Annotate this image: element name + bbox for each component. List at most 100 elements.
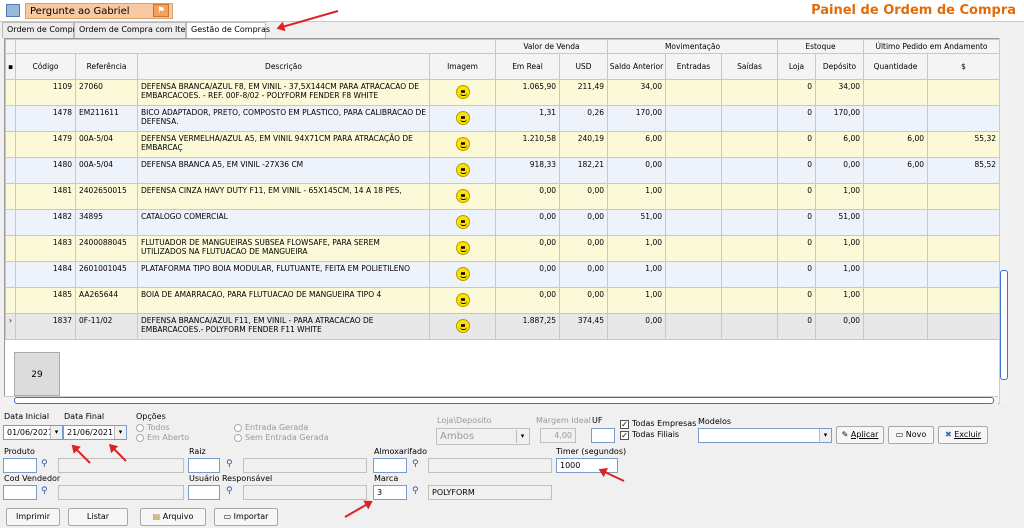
cell-preco[interactable] [927, 105, 1000, 132]
col-loja[interactable]: Loja [777, 53, 816, 80]
cell-imagem[interactable] [429, 79, 496, 106]
cell-imagem[interactable] [429, 209, 496, 236]
cell-qtd[interactable] [863, 287, 928, 314]
cell-qtd[interactable] [863, 261, 928, 288]
listar-button[interactable]: Listar [68, 508, 128, 526]
ask-gabriel-input[interactable]: Pergunte ao Gabriel [25, 3, 173, 19]
row-indicator[interactable] [5, 261, 16, 288]
cell-ref[interactable]: 2601001045 [75, 261, 138, 288]
cell-entradas[interactable] [665, 235, 722, 262]
cell-real[interactable]: 0,00 [495, 209, 560, 236]
cell-ref[interactable]: 27060 [75, 79, 138, 106]
arquivo-button[interactable]: ▤ Arquivo [140, 508, 206, 526]
cell-ref[interactable]: 2402650015 [75, 183, 138, 210]
data-inicial-dropdown-icon[interactable]: ▾ [50, 426, 62, 439]
margem-ideal-field[interactable]: 4,00 [540, 428, 576, 443]
aplicar-button[interactable]: ✎ Aplicar [836, 426, 884, 444]
cell-qtd[interactable] [863, 313, 928, 340]
cell-usd[interactable]: 182,21 [559, 157, 608, 184]
col-saidas[interactable]: Saídas [721, 53, 778, 80]
cell-qtd[interactable]: 6,00 [863, 131, 928, 158]
cell-imagem[interactable] [429, 157, 496, 184]
cell-real[interactable]: 1.887,25 [495, 313, 560, 340]
cell-desc[interactable]: BOIA DE AMARRACAO, PARA FLUTUACAO DE MAN… [137, 287, 430, 314]
cell-usd[interactable]: 240,19 [559, 131, 608, 158]
raiz-code-field[interactable] [188, 458, 220, 473]
todas-empresas-checkbox[interactable]: ✓ [620, 420, 629, 429]
table-row[interactable]: 1109 27060 DEFENSA BRANCA/AZUL F8, EM VINI… [5, 79, 1000, 106]
cell-usd[interactable]: 0,00 [559, 235, 608, 262]
cell-saidas[interactable] [721, 79, 778, 106]
data-final-dropdown-icon[interactable]: ▾ [114, 426, 126, 439]
cell-saldo[interactable]: 0,00 [607, 313, 666, 340]
cell-loja[interactable]: 0 [777, 157, 816, 184]
row-indicator[interactable] [5, 105, 16, 132]
almoxarifado-code-field[interactable] [373, 458, 407, 473]
cell-deposito[interactable]: 34,00 [815, 79, 864, 106]
cell-deposito[interactable]: 1,00 [815, 235, 864, 262]
cell-qtd[interactable]: 6,00 [863, 157, 928, 184]
cell-saldo[interactable]: 1,00 [607, 261, 666, 288]
cell-preco[interactable]: 55,32 [927, 131, 1000, 158]
cell-saidas[interactable] [721, 131, 778, 158]
cell-usd[interactable]: 211,49 [559, 79, 608, 106]
cell-entradas[interactable] [665, 79, 722, 106]
cell-codigo[interactable]: 1484 [15, 261, 76, 288]
cell-desc[interactable]: DEFENSA BRANCA/AZUL F11, EM VINIL - PARA… [137, 313, 430, 340]
cell-preco[interactable] [927, 183, 1000, 210]
tab-ordem-com-itens[interactable]: Ordem de Compra com Itens [74, 22, 195, 38]
cell-deposito[interactable]: 1,00 [815, 183, 864, 210]
cell-desc[interactable]: FLUTUADOR DE MANGUEIRAS SUBSEA FLOWSAFE,… [137, 235, 430, 262]
table-row[interactable]: 1485 AA265644 BOIA DE AMARRACAO, PARA FLUT… [5, 287, 1000, 314]
cell-usd[interactable]: 0,00 [559, 261, 608, 288]
cell-usd[interactable]: 0,00 [559, 183, 608, 210]
cell-entradas[interactable] [665, 105, 722, 132]
col-referencia[interactable]: Referência [75, 53, 138, 80]
produto-code-field[interactable] [3, 458, 37, 473]
almoxarifado-search-icon[interactable]: ⚲ [412, 459, 419, 469]
cell-ref[interactable]: 00A-5/04 [75, 131, 138, 158]
col-codigo[interactable]: Código [15, 53, 76, 80]
cell-preco[interactable] [927, 313, 1000, 340]
vendedor-code-field[interactable] [3, 485, 37, 500]
cell-codigo[interactable]: 1109 [15, 79, 76, 106]
cell-real[interactable]: 0,00 [495, 235, 560, 262]
cell-saidas[interactable] [721, 313, 778, 340]
cell-qtd[interactable] [863, 235, 928, 262]
cell-entradas[interactable] [665, 261, 722, 288]
cell-saidas[interactable] [721, 287, 778, 314]
cell-ref[interactable]: 0F-11/02 [75, 313, 138, 340]
cell-desc[interactable]: DEFENSA BRANCA/AZUL F8, EM VINIL - 37,5X… [137, 79, 430, 106]
cell-saldo[interactable]: 51,00 [607, 209, 666, 236]
cell-saldo[interactable]: 6,00 [607, 131, 666, 158]
modelos-dropdown-icon[interactable]: ▾ [819, 429, 831, 442]
cell-usd[interactable]: 0,26 [559, 105, 608, 132]
loja-deposito-dropdown-icon[interactable]: ▾ [516, 430, 528, 443]
vertical-scroll-thumb[interactable] [1000, 270, 1008, 380]
uf-field[interactable] [591, 428, 615, 443]
timer-field[interactable]: 1000 [556, 458, 618, 473]
excluir-button[interactable]: ✖ Excluir [938, 426, 988, 444]
cell-preco[interactable] [927, 261, 1000, 288]
cell-deposito[interactable]: 1,00 [815, 287, 864, 314]
row-indicator[interactable]: › [5, 313, 16, 340]
col-descricao[interactable]: Descrição [137, 53, 430, 80]
importar-button[interactable]: ▭ Importar [214, 508, 278, 526]
table-row[interactable]: 1479 00A-5/04 DEFENSA VERMELHA/AZUL A5, EM… [5, 131, 1000, 158]
usuario-search-icon[interactable]: ⚲ [226, 486, 233, 496]
todas-filiais-checkbox[interactable]: ✓ [620, 431, 629, 440]
col-quantidade[interactable]: Quantidade [863, 53, 928, 80]
col-usd[interactable]: USD [559, 53, 608, 80]
row-indicator[interactable] [5, 183, 16, 210]
table-row[interactable]: 1483 2400088045 FLUTUADOR DE MANGUEIRAS SU… [5, 235, 1000, 262]
cell-entradas[interactable] [665, 131, 722, 158]
cell-saidas[interactable] [721, 235, 778, 262]
cell-real[interactable]: 1,31 [495, 105, 560, 132]
cell-qtd[interactable] [863, 79, 928, 106]
tab-gestao-de-compras[interactable]: Gestão de Compras [186, 22, 270, 39]
cell-real[interactable]: 0,00 [495, 183, 560, 210]
table-row[interactable]: › 1837 0F-11/02 DEFENSA BRANCA/AZUL F11, EM… [5, 313, 1000, 340]
cell-entradas[interactable] [665, 157, 722, 184]
cell-codigo[interactable]: 1485 [15, 287, 76, 314]
row-indicator[interactable] [5, 235, 16, 262]
